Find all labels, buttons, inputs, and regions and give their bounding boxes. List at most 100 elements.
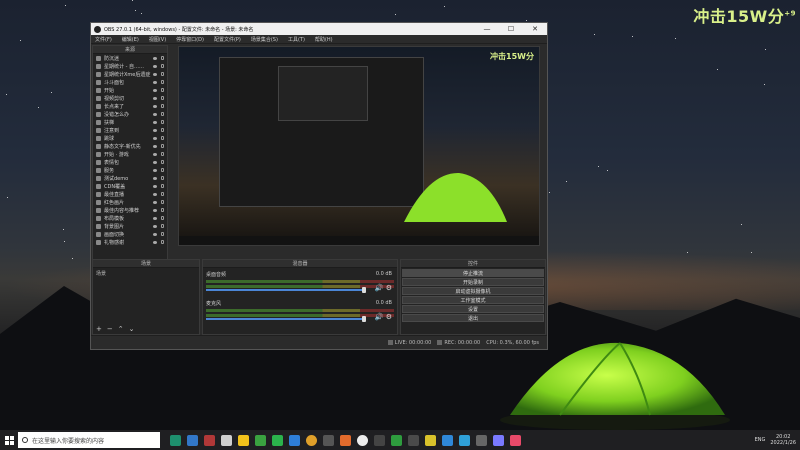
source-item[interactable]: 测试demo — [93, 174, 167, 182]
lock-icon[interactable] — [161, 96, 164, 100]
eye-icon[interactable] — [153, 136, 157, 140]
menu-tools[interactable]: 工具(T) — [288, 36, 305, 43]
chrome-icon[interactable] — [306, 434, 317, 446]
lock-icon[interactable] — [161, 72, 164, 76]
stop-streaming-button[interactable]: 停止推流 — [402, 269, 544, 277]
minimize-button[interactable]: — — [475, 25, 499, 33]
eye-icon[interactable] — [153, 176, 157, 180]
wechat-icon[interactable] — [272, 434, 283, 446]
scene-up-button[interactable]: ⌃ — [118, 325, 124, 333]
app-icon[interactable] — [289, 434, 300, 446]
eye-icon[interactable] — [153, 200, 157, 204]
menu-help[interactable]: 帮助(H) — [315, 36, 333, 43]
menu-file[interactable]: 文件(F) — [95, 36, 112, 43]
eye-icon[interactable] — [153, 192, 157, 196]
eye-icon[interactable] — [153, 80, 157, 84]
menu-view[interactable]: 视图(V) — [149, 36, 166, 43]
source-item[interactable]: 服务 — [93, 166, 167, 174]
windows-start-icon[interactable] — [0, 430, 18, 450]
source-item[interactable]: 视频剪切 — [93, 94, 167, 102]
app-icon[interactable] — [204, 434, 215, 446]
remove-scene-button[interactable]: − — [107, 325, 113, 333]
source-item[interactable]: 最佳直播 — [93, 190, 167, 198]
eye-icon[interactable] — [153, 104, 157, 108]
lock-icon[interactable] — [161, 208, 164, 212]
eye-icon[interactable] — [153, 208, 157, 212]
eye-icon[interactable] — [153, 72, 157, 76]
source-item[interactable]: CDN覆盖 — [93, 182, 167, 190]
speaker-icon[interactable]: 🔊 ⚙ — [375, 284, 392, 292]
eye-icon[interactable] — [153, 168, 157, 172]
app-icon[interactable] — [493, 434, 504, 446]
lock-icon[interactable] — [161, 200, 164, 204]
lock-icon[interactable] — [161, 176, 164, 180]
eye-icon[interactable] — [153, 128, 157, 132]
menu-profile[interactable]: 配置文件(P) — [214, 36, 241, 43]
lock-icon[interactable] — [161, 64, 164, 68]
eye-icon[interactable] — [153, 112, 157, 116]
lock-icon[interactable] — [161, 240, 164, 244]
source-item[interactable]: 长点来了 — [93, 102, 167, 110]
volume-slider-knob[interactable] — [362, 287, 366, 293]
lock-icon[interactable] — [161, 80, 164, 84]
lock-icon[interactable] — [161, 104, 164, 108]
app-icon[interactable] — [221, 434, 232, 446]
steam-icon[interactable] — [408, 434, 419, 446]
lock-icon[interactable] — [161, 216, 164, 220]
lock-icon[interactable] — [161, 224, 164, 228]
source-item[interactable]: 表情包 — [93, 158, 167, 166]
source-item[interactable]: 开始 · 游戏 — [93, 150, 167, 158]
eye-icon[interactable] — [153, 96, 157, 100]
source-item[interactable]: 没错怎么办 — [93, 110, 167, 118]
start-virtual-camera-button[interactable]: 启动虚拟摄像机 — [402, 287, 544, 295]
speaker-icon[interactable]: 🔊 ⚙ — [375, 313, 392, 321]
app-icon[interactable] — [476, 434, 487, 446]
app-icon[interactable] — [442, 434, 453, 446]
eye-icon[interactable] — [153, 160, 157, 164]
source-item[interactable]: 注意到 — [93, 126, 167, 134]
volume-slider[interactable] — [206, 289, 366, 291]
eye-icon[interactable] — [153, 144, 157, 148]
app-icon[interactable] — [187, 434, 198, 446]
lock-icon[interactable] — [161, 152, 164, 156]
app-icon[interactable] — [255, 434, 266, 446]
eye-icon[interactable] — [153, 232, 157, 236]
lock-icon[interactable] — [161, 184, 164, 188]
source-item[interactable]: 背景图片 — [93, 222, 167, 230]
source-item[interactable]: 扶梯 — [93, 118, 167, 126]
source-item[interactable]: 星期统计 - 自…… — [93, 62, 167, 70]
lock-icon[interactable] — [161, 112, 164, 116]
lock-icon[interactable] — [161, 120, 164, 124]
source-item[interactable]: 红色画片 — [93, 198, 167, 206]
source-item[interactable]: 跳球 — [93, 134, 167, 142]
eye-icon[interactable] — [153, 152, 157, 156]
lock-icon[interactable] — [161, 144, 164, 148]
eye-icon[interactable] — [153, 224, 157, 228]
app-icon[interactable] — [425, 434, 436, 446]
preview-canvas[interactable]: 冲击15W分 — [178, 46, 540, 246]
lock-icon[interactable] — [161, 168, 164, 172]
source-item[interactable]: 画面切换 — [93, 230, 167, 238]
app-icon[interactable] — [374, 434, 385, 446]
volume-slider[interactable] — [206, 318, 366, 320]
source-item[interactable]: 斗斗面包 — [93, 78, 167, 86]
settings-button[interactable]: 设置 — [402, 305, 544, 313]
obs-taskbar-icon[interactable] — [357, 434, 368, 446]
source-item[interactable]: 布局模板 — [93, 214, 167, 222]
lock-icon[interactable] — [161, 192, 164, 196]
folder-icon[interactable] — [238, 434, 249, 446]
app-icon[interactable] — [323, 434, 334, 446]
start-recording-button[interactable]: 开始录制 — [402, 278, 544, 286]
eye-icon[interactable] — [153, 184, 157, 188]
eye-icon[interactable] — [153, 56, 157, 60]
obs-window[interactable]: OBS 27.0.1 (64-bit, windows) - 配置文件: 未命名… — [90, 22, 548, 350]
lock-icon[interactable] — [161, 160, 164, 164]
app-icon[interactable] — [510, 434, 521, 446]
studio-mode-button[interactable]: 工作室模式 — [402, 296, 544, 304]
xbox-icon[interactable] — [391, 434, 402, 446]
menu-scene-collection[interactable]: 场景集合(S) — [251, 36, 278, 43]
tray-lang[interactable]: ENG — [755, 437, 766, 443]
lock-icon[interactable] — [161, 136, 164, 140]
eye-icon[interactable] — [153, 64, 157, 68]
source-item[interactable]: 开始 — [93, 86, 167, 94]
